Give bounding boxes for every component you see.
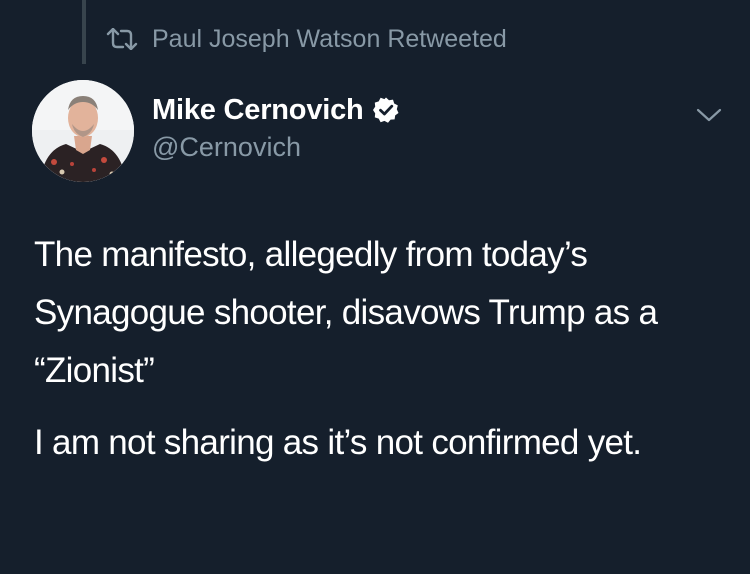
chevron-down-icon[interactable] xyxy=(694,104,724,126)
retweet-context[interactable]: Paul Joseph Watson Retweeted xyxy=(106,22,507,56)
tweet-author[interactable]: Mike Cernovich @Cernovich xyxy=(152,92,400,163)
tweet-paragraph-1: The manifesto, allegedly from today’s Sy… xyxy=(34,235,658,390)
author-display-name[interactable]: Mike Cernovich xyxy=(152,94,364,127)
retweet-icon xyxy=(106,28,138,50)
author-name-row: Mike Cernovich xyxy=(152,92,400,128)
tweet-paragraph-2: I am not sharing as it’s not confirmed y… xyxy=(34,423,642,462)
tweet-body: The manifesto, allegedly from today’s Sy… xyxy=(34,226,724,472)
retweet-label: Paul Joseph Watson Retweeted xyxy=(152,24,507,53)
thread-connector-line xyxy=(82,0,86,64)
verified-badge-icon xyxy=(372,96,400,124)
avatar[interactable] xyxy=(32,80,134,182)
author-handle[interactable]: @Cernovich xyxy=(152,132,400,163)
